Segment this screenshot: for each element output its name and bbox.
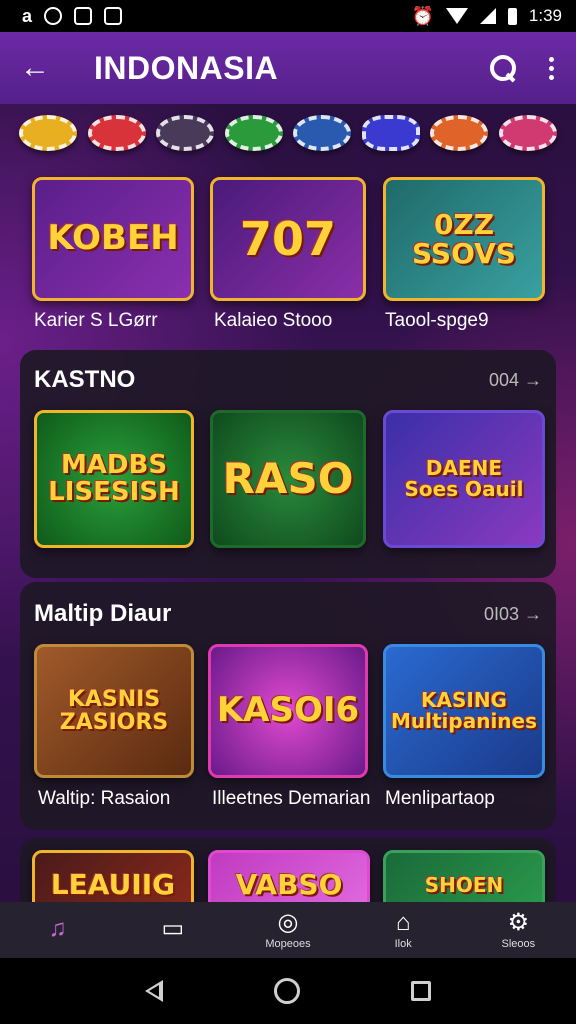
tv-icon: ▭ xyxy=(161,915,185,942)
game-label-multi-1: Waltip: Rasaion xyxy=(38,788,171,809)
bag-icon: ⌂ xyxy=(395,909,411,936)
nav-item-settings[interactable]: ⚙ Sleoos xyxy=(473,909,563,951)
alarm-icon: ⏰ xyxy=(411,5,434,26)
chip-icon xyxy=(224,115,283,151)
more-vert-icon[interactable] xyxy=(546,56,556,80)
music-icon: ♫ xyxy=(48,915,67,942)
see-more-link[interactable]: 004 → xyxy=(489,370,542,391)
status-bar: a ⏰ 1:39 xyxy=(0,0,576,32)
game-card-kasino-3[interactable]: DAENE Soes Oauil xyxy=(383,410,545,548)
game-card-top-2[interactable]: 707 xyxy=(210,177,366,301)
notification-a-icon: a xyxy=(22,5,33,26)
see-more-link[interactable]: 0I03 → xyxy=(484,604,542,625)
system-back-icon[interactable] xyxy=(145,980,164,1002)
chip-banner xyxy=(0,104,576,162)
chip-icon xyxy=(293,115,352,151)
main-content: KOBEH Karier S LGørr 707 Kalaieo Stooo 0… xyxy=(0,104,576,902)
chip-icon xyxy=(430,115,489,151)
battery-icon xyxy=(507,7,517,25)
game-card-multi-2[interactable]: KASOI6 xyxy=(208,644,368,778)
signal-icon xyxy=(479,8,496,24)
chip-icon xyxy=(156,115,215,151)
nav-item-bag[interactable]: ⌂ Ilok xyxy=(358,909,448,951)
wifi-icon xyxy=(445,8,468,24)
nav-item-music[interactable]: ♫ xyxy=(13,916,103,944)
status-notifications: a xyxy=(22,5,123,27)
chip-icon xyxy=(361,115,420,151)
notification-box-icon xyxy=(74,7,93,25)
nav-item-compass[interactable]: ◎ Mopeoes xyxy=(243,909,333,951)
bottom-navigation: ♫ ▭ ◎ Mopeoes ⌂ Ilok ⚙ Sleoos xyxy=(0,902,576,958)
game-card-top-3[interactable]: 0ZZ SSOVS xyxy=(383,177,545,301)
game-card-kasino-1[interactable]: MADBS LISESISH xyxy=(34,410,194,548)
section-title: Maltip Diaur xyxy=(34,600,172,627)
game-card-bottom-1[interactable]: LEAUIIG xyxy=(32,850,194,902)
nav-item-tv[interactable]: ▭ xyxy=(128,916,218,944)
game-card-multi-1[interactable]: KASNIS ZASIORS xyxy=(34,644,194,778)
section-title: KASTNO xyxy=(34,366,136,393)
chip-icon xyxy=(19,115,78,151)
chevron-right-icon: → xyxy=(524,604,542,624)
compass-icon: ◎ xyxy=(277,909,299,936)
game-label-top-1: Karier S LGørr xyxy=(34,310,158,331)
game-label-multi-2: Illeetnes Demarian xyxy=(212,788,371,809)
back-arrow-icon[interactable]: ← xyxy=(20,53,64,83)
notification-image-icon xyxy=(104,7,123,25)
app-title: INDONASIA xyxy=(94,49,279,86)
system-recents-icon[interactable] xyxy=(410,981,431,1001)
system-home-icon[interactable] xyxy=(273,978,300,1004)
game-label-multi-3: Menlipartaop xyxy=(385,788,495,809)
chip-icon xyxy=(87,115,146,151)
chevron-right-icon: → xyxy=(524,370,542,390)
game-label-top-2: Kalaieo Stooo xyxy=(214,310,333,331)
game-card-multi-3[interactable]: KASING Multipanines xyxy=(383,644,545,778)
settings-icon: ⚙ xyxy=(507,909,530,936)
chip-icon xyxy=(498,115,557,151)
app-bar: ← INDONASIA xyxy=(0,32,576,104)
game-card-top-1[interactable]: KOBEH xyxy=(32,177,194,301)
status-time: 1:39 xyxy=(528,6,562,25)
system-navigation-bar xyxy=(0,958,576,1024)
game-label-top-3: Taool-spge9 xyxy=(385,310,489,331)
game-card-bottom-2[interactable]: VABSO xyxy=(208,850,370,902)
game-card-kasino-2[interactable]: RASO xyxy=(210,410,366,548)
notification-circle-icon xyxy=(44,7,63,25)
game-card-bottom-3[interactable]: SHOEN xyxy=(383,850,545,902)
status-system: ⏰ 1:39 xyxy=(411,6,562,27)
search-icon[interactable] xyxy=(490,55,516,81)
